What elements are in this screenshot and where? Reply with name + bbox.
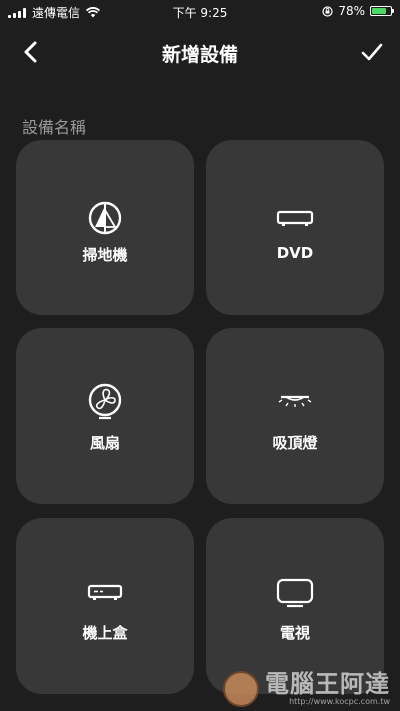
tv-icon — [276, 578, 314, 608]
device-card-robot-vacuum[interactable]: 掃地機 — [16, 140, 194, 315]
set-top-box-icon — [87, 584, 123, 600]
watermark-title: 電腦王阿達 — [265, 670, 390, 698]
app-screen: 遠傳電信 下午 9:25 78% 新增設備 設備名稱 掃地機 DVD 風扇 吸頂… — [0, 0, 400, 711]
watermark-mascot-icon — [223, 671, 259, 707]
device-label: DVD — [276, 244, 314, 262]
device-card-ceiling-light[interactable]: 吸頂燈 — [206, 328, 384, 504]
device-grid: 掃地機 DVD 風扇 吸頂燈 機上盒 電視 — [0, 0, 400, 711]
watermark: 電腦王阿達 http://www.kocpc.com.tw — [223, 671, 390, 707]
device-label: 電視 — [279, 624, 310, 642]
device-label: 掃地機 — [82, 246, 128, 264]
ceiling-light-icon — [278, 395, 312, 407]
dvd-player-icon — [276, 210, 314, 226]
device-label: 風扇 — [89, 434, 120, 452]
device-card-set-top-box[interactable]: 機上盒 — [16, 518, 194, 694]
device-label: 機上盒 — [82, 624, 128, 642]
device-label: 吸頂燈 — [272, 434, 318, 452]
device-card-fan[interactable]: 風扇 — [16, 328, 194, 504]
device-card-dvd[interactable]: DVD — [206, 140, 384, 315]
robot-vacuum-icon — [88, 201, 122, 235]
fan-icon — [88, 383, 122, 420]
device-card-tv[interactable]: 電視 — [206, 518, 384, 694]
watermark-text: 電腦王阿達 http://www.kocpc.com.tw — [265, 672, 390, 706]
watermark-url: http://www.kocpc.com.tw — [289, 697, 390, 706]
